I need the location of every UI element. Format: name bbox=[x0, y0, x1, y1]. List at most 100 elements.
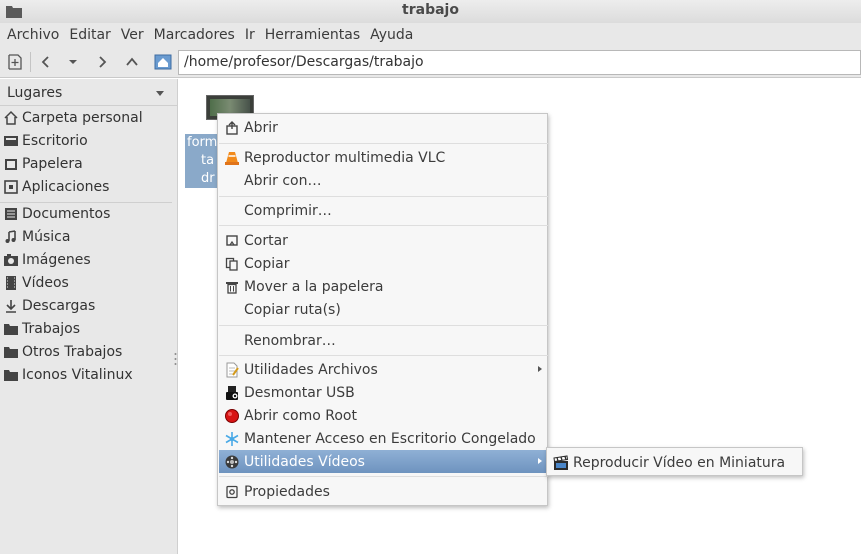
menu-item-utilidades-archivos[interactable]: Utilidades Archivos bbox=[219, 358, 548, 381]
toolbar-separator bbox=[30, 52, 31, 72]
title-bar: trabajo bbox=[0, 0, 861, 23]
sidebar: Lugares Carpeta personal Escritorio Pape… bbox=[0, 79, 178, 554]
chevron-down-icon bbox=[156, 91, 164, 96]
sidebar-item-label: Vídeos bbox=[22, 275, 69, 291]
open-icon bbox=[223, 119, 240, 136]
copy-icon bbox=[223, 255, 240, 272]
menu-item-label: Utilidades Vídeos bbox=[244, 453, 365, 470]
sidebar-item-documentos[interactable]: Documentos bbox=[0, 203, 176, 225]
menu-herramientas[interactable]: Herramientas bbox=[260, 27, 365, 43]
toolbar: /home/profesor/Descargas/trabajo bbox=[0, 47, 861, 78]
up-button[interactable] bbox=[121, 51, 143, 73]
video-utilities-icon bbox=[223, 453, 240, 470]
pictures-icon bbox=[3, 252, 19, 268]
menu-marcadores[interactable]: Marcadores bbox=[149, 27, 240, 43]
menu-editar[interactable]: Editar bbox=[64, 27, 115, 43]
menu-item-abrir[interactable]: Abrir bbox=[219, 116, 548, 139]
home-icon bbox=[154, 54, 172, 70]
sidebar-item-musica[interactable]: Música bbox=[0, 226, 176, 248]
cut-icon bbox=[223, 232, 240, 249]
menu-archivo[interactable]: Archivo bbox=[2, 27, 64, 43]
menu-item-mover-papelera[interactable]: Mover a la papelera bbox=[219, 275, 548, 298]
menu-item-abrir-con[interactable]: Abrir con… bbox=[219, 169, 548, 192]
sidebar-item-label: Aplicaciones bbox=[22, 179, 110, 195]
sidebar-item-papelera[interactable]: Papelera bbox=[0, 153, 176, 175]
new-tab-button[interactable] bbox=[4, 51, 26, 73]
menu-item-reproducir-video-miniatura[interactable]: Reproducir Vídeo en Miniatura bbox=[548, 451, 803, 474]
menu-item-label: Mantener Acceso en Escritorio Congelado bbox=[244, 430, 536, 447]
places-selector[interactable]: Lugares bbox=[0, 82, 178, 106]
sidebar-item-label: Documentos bbox=[22, 206, 111, 222]
home-button[interactable] bbox=[152, 51, 174, 73]
snowflake-icon bbox=[223, 430, 240, 447]
sidebar-item-iconos-vitalinux[interactable]: Iconos Vitalinux bbox=[0, 364, 176, 386]
sidebar-item-videos[interactable]: Vídeos bbox=[0, 272, 176, 294]
menu-separator bbox=[219, 143, 548, 144]
menu-bar: Archivo Editar Ver Marcadores Ir Herrami… bbox=[0, 23, 861, 47]
sidebar-item-otros-trabajos[interactable]: Otros Trabajos bbox=[0, 341, 176, 363]
menu-item-label: Mover a la papelera bbox=[244, 278, 384, 295]
menu-item-label: Renombrar… bbox=[244, 332, 336, 349]
sidebar-item-imagenes[interactable]: Imágenes bbox=[0, 249, 176, 271]
menu-item-cortar[interactable]: Cortar bbox=[219, 229, 548, 252]
menu-item-label: Abrir con… bbox=[244, 172, 322, 189]
sidebar-item-label: Trabajos bbox=[22, 321, 81, 337]
home-icon bbox=[3, 110, 19, 126]
back-icon bbox=[41, 56, 49, 68]
sidebar-item-descargas[interactable]: Descargas bbox=[0, 295, 176, 317]
menu-item-abrir-como-root[interactable]: Abrir como Root bbox=[219, 404, 548, 427]
menu-item-copiar[interactable]: Copiar bbox=[219, 252, 548, 275]
folder-icon bbox=[3, 321, 19, 337]
desktop-icon bbox=[3, 133, 19, 149]
menu-item-propiedades[interactable]: Propiedades bbox=[219, 480, 548, 503]
chevron-down-icon bbox=[69, 60, 77, 64]
menu-item-label: Copiar bbox=[244, 255, 290, 272]
menu-ir[interactable]: Ir bbox=[240, 27, 260, 43]
clapperboard-icon bbox=[552, 454, 569, 471]
properties-icon bbox=[223, 483, 240, 500]
menu-item-renombrar[interactable]: Renombrar… bbox=[219, 329, 548, 352]
sidebar-item-label: Descargas bbox=[22, 298, 96, 314]
sidebar-item-label: Imágenes bbox=[22, 252, 91, 268]
sidebar-item-carpeta-personal[interactable]: Carpeta personal bbox=[0, 107, 176, 129]
menu-item-utilidades-videos[interactable]: Utilidades Vídeos bbox=[219, 450, 548, 473]
menu-item-vlc[interactable]: Reproductor multimedia VLC bbox=[219, 146, 548, 169]
vlc-icon bbox=[223, 149, 240, 166]
forward-button[interactable] bbox=[91, 51, 113, 73]
window-title: trabajo bbox=[402, 2, 459, 18]
music-icon bbox=[3, 229, 19, 245]
menu-separator bbox=[219, 225, 548, 226]
menu-item-desmontar-usb[interactable]: Desmontar USB bbox=[219, 381, 548, 404]
resize-handle[interactable] bbox=[174, 352, 177, 366]
trash-icon bbox=[223, 278, 240, 295]
menu-item-label: Abrir como Root bbox=[244, 407, 357, 424]
menu-item-label: Utilidades Archivos bbox=[244, 361, 378, 378]
menu-item-label: Abrir bbox=[244, 119, 278, 136]
menu-item-copiar-ruta[interactable]: Copiar ruta(s) bbox=[219, 298, 548, 321]
sidebar-item-aplicaciones[interactable]: Aplicaciones bbox=[0, 176, 176, 198]
video-utilities-submenu: Reproducir Vídeo en Miniatura bbox=[546, 447, 803, 476]
menu-item-label: Reproductor multimedia VLC bbox=[244, 149, 446, 166]
up-icon bbox=[126, 57, 138, 66]
usb-icon bbox=[223, 384, 240, 401]
root-icon bbox=[223, 407, 240, 424]
history-dropdown-button[interactable] bbox=[62, 51, 84, 73]
videos-icon bbox=[3, 275, 19, 291]
sidebar-item-escritorio[interactable]: Escritorio bbox=[0, 130, 176, 152]
sidebar-item-trabajos[interactable]: Trabajos bbox=[0, 318, 176, 340]
menu-item-label: Desmontar USB bbox=[244, 384, 355, 401]
location-bar[interactable]: /home/profesor/Descargas/trabajo bbox=[178, 50, 861, 75]
file-utilities-icon bbox=[223, 361, 240, 378]
menu-item-comprimir[interactable]: Comprimir… bbox=[219, 199, 548, 222]
folder-icon bbox=[3, 367, 19, 383]
documents-icon bbox=[3, 206, 19, 222]
sidebar-item-label: Carpeta personal bbox=[22, 110, 143, 126]
menu-separator bbox=[219, 325, 548, 326]
menu-separator bbox=[219, 196, 548, 197]
sidebar-item-label: Música bbox=[22, 229, 71, 245]
back-button[interactable] bbox=[35, 51, 57, 73]
places-header-label: Lugares bbox=[7, 85, 63, 101]
menu-item-escritorio-congelado[interactable]: Mantener Acceso en Escritorio Congelado bbox=[219, 427, 548, 450]
menu-ver[interactable]: Ver bbox=[116, 27, 149, 43]
menu-ayuda[interactable]: Ayuda bbox=[365, 27, 418, 43]
